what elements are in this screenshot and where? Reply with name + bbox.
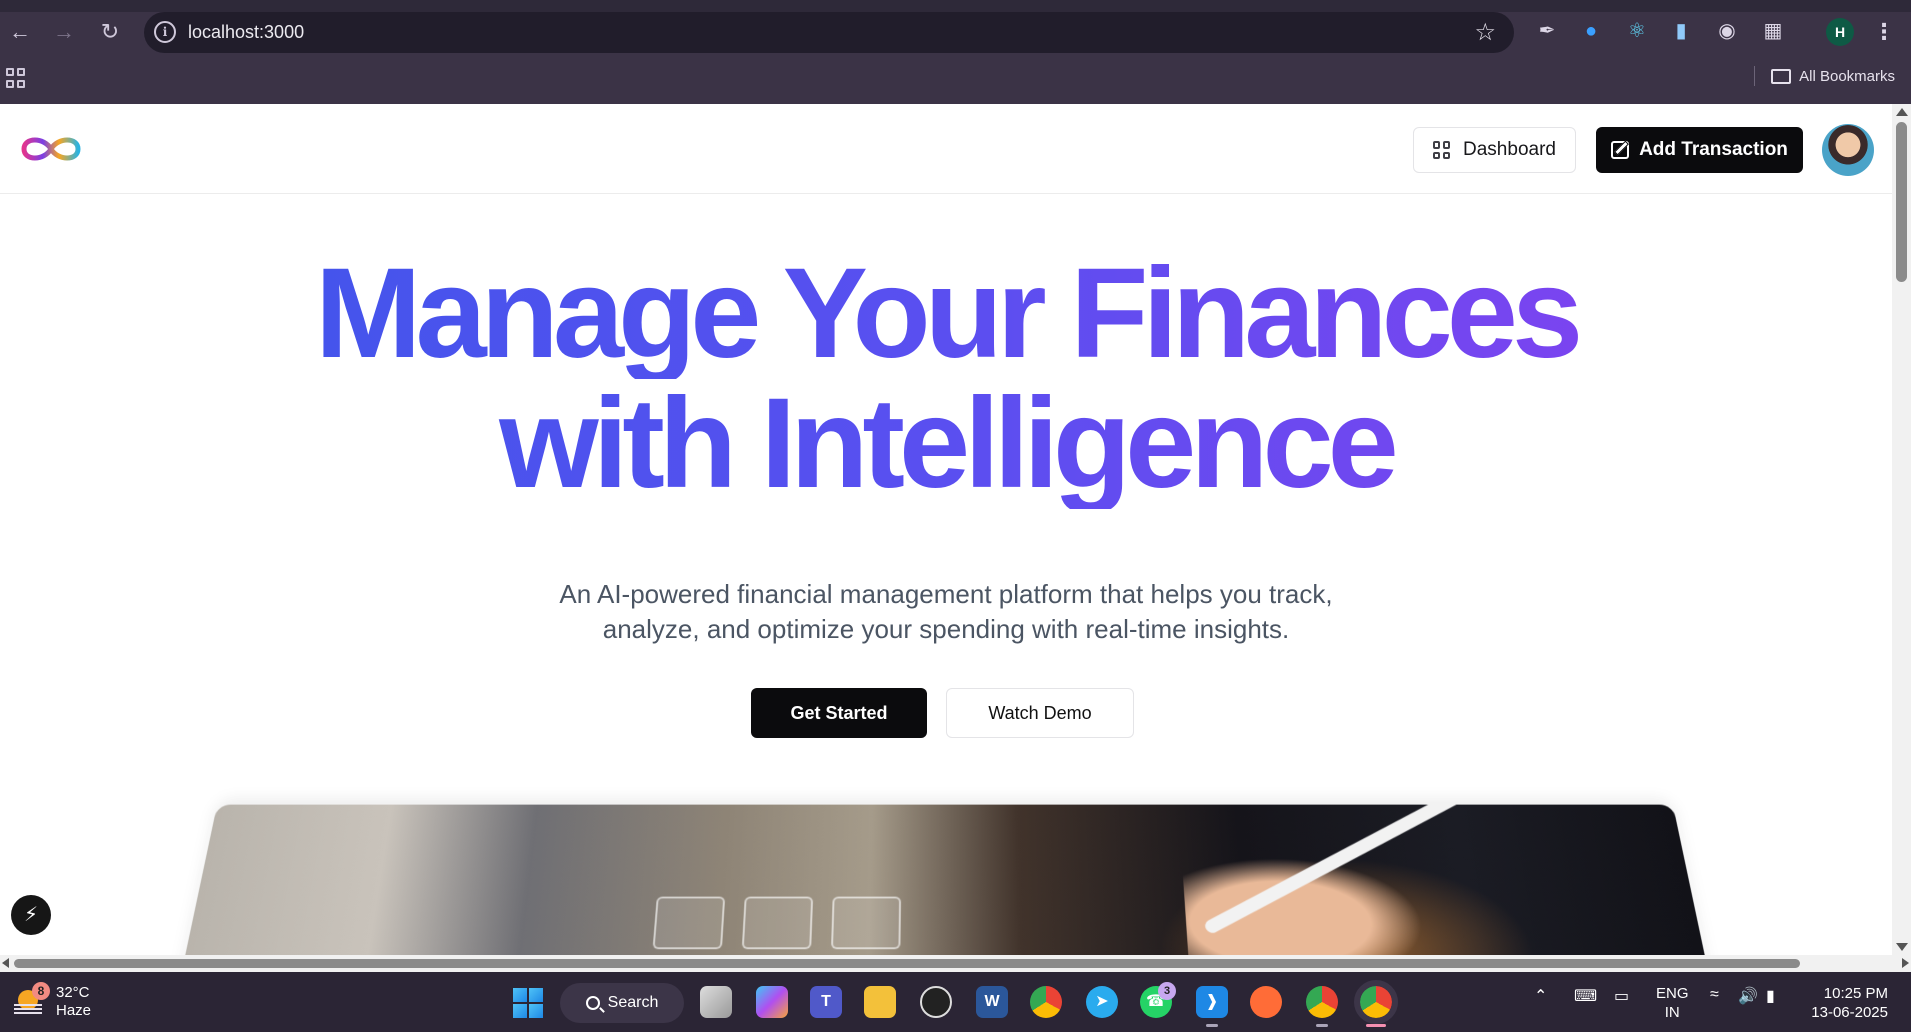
- extension-icon[interactable]: ●: [1574, 14, 1608, 48]
- back-icon[interactable]: ←: [2, 14, 38, 50]
- windows-start-icon[interactable]: [513, 988, 543, 1018]
- obs-studio-icon[interactable]: [920, 986, 952, 1018]
- telegram-icon[interactable]: ➤: [1086, 986, 1118, 1018]
- windows-taskbar: 8 32°C Haze Search T W ➤ ☎ 3 ❱ ⌃ ⌨ ▭ ENG…: [0, 972, 1911, 1032]
- hero-subtitle-line1: An AI-powered financial management platf…: [559, 579, 1333, 609]
- react-devtools-icon[interactable]: ⚛: [1620, 14, 1654, 48]
- weather-temperature: 32°C: [56, 984, 90, 1001]
- edit-icon: [1611, 141, 1630, 159]
- hero-title-line1: Manage Your Finances: [0, 249, 1892, 379]
- vertical-scroll-thumb[interactable]: [1896, 122, 1907, 282]
- vscode-running-indicator: [1206, 1024, 1218, 1027]
- reload-icon[interactable]: ↻: [92, 14, 128, 50]
- hero-image: [180, 804, 1710, 955]
- keyboard-icon[interactable]: ⌨: [1574, 986, 1597, 1006]
- copilot-icon[interactable]: [756, 986, 788, 1018]
- hero-subtitle-line2: analyze, and optimize your spending with…: [602, 614, 1290, 644]
- app-header: Dashboard Add Transaction: [0, 104, 1892, 194]
- extensions-puzzle-icon[interactable]: ▦: [1756, 14, 1790, 48]
- search-icon: [585, 996, 600, 1010]
- site-info-icon[interactable]: i: [154, 21, 176, 43]
- profile-avatar[interactable]: H: [1826, 18, 1854, 46]
- watch-demo-button[interactable]: Watch Demo: [946, 688, 1134, 738]
- browser-menu-icon[interactable]: ⋮: [1872, 14, 1896, 50]
- layout-grid-icon: [1433, 141, 1451, 159]
- bookmark-star-icon[interactable]: ☆: [1474, 18, 1496, 47]
- system-clock[interactable]: 10:25 PM 13-06-2025: [1808, 984, 1888, 1022]
- hero-subtitle: An AI-powered financial management platf…: [446, 577, 1446, 647]
- target-extension-icon[interactable]: ◉: [1710, 14, 1744, 48]
- browser-chrome: ← → ↻ i localhost:3000 ☆ ✒ ● ⚛ ▮ ◉ ▦ H ⋮…: [0, 0, 1911, 104]
- chrome-profile-icon[interactable]: [1306, 986, 1338, 1018]
- chrome-icon[interactable]: [1030, 986, 1062, 1018]
- tab-strip: [0, 0, 1911, 12]
- weather-text: 32°C Haze: [56, 984, 91, 1020]
- divider: [1754, 66, 1756, 86]
- idea-card-icon: [741, 896, 814, 950]
- hero-title-line2: with Intelligence: [0, 379, 1892, 509]
- folder-icon: [1771, 68, 1792, 84]
- wifi-icon[interactable]: ≈: [1710, 986, 1719, 1004]
- whatsapp-badge: 3: [1158, 982, 1176, 1000]
- all-bookmarks[interactable]: All Bookmarks: [1754, 66, 1895, 86]
- word-icon[interactable]: W: [976, 986, 1008, 1018]
- search-label: Search: [607, 994, 659, 1011]
- eyedropper-extension-icon[interactable]: ✒: [1530, 14, 1564, 48]
- home-card-icon: [830, 896, 902, 950]
- address-bar[interactable]: i localhost:3000 ☆: [144, 12, 1514, 53]
- scroll-up-arrow-icon[interactable]: [1896, 108, 1908, 116]
- horizontal-scroll-thumb[interactable]: [14, 959, 1800, 968]
- weather-description: Haze: [56, 1002, 92, 1019]
- region-code: IN: [1664, 1004, 1680, 1021]
- chrome-active-indicator: [1366, 1024, 1386, 1027]
- add-transaction-label: Add Transaction: [1639, 139, 1788, 160]
- vertical-scrollbar[interactable]: [1892, 104, 1911, 955]
- volume-icon[interactable]: 🔊: [1738, 986, 1758, 1006]
- show-hidden-icons-chevron-icon[interactable]: ⌃: [1534, 986, 1547, 1006]
- tablet-icon[interactable]: ▭: [1614, 986, 1629, 1006]
- vscode-icon[interactable]: ❱: [1196, 986, 1228, 1018]
- page-viewport: Dashboard Add Transaction Manage Your Fi…: [0, 104, 1892, 955]
- postman-icon[interactable]: [1250, 986, 1282, 1018]
- file-explorer-icon[interactable]: [864, 986, 896, 1018]
- weather-badge: 8: [32, 982, 50, 1000]
- apps-grid-icon[interactable]: [6, 68, 26, 88]
- hero-title: Manage Your Finances with Intelligence: [0, 249, 1892, 509]
- scroll-right-arrow-icon[interactable]: [1902, 958, 1909, 968]
- dashboard-label: Dashboard: [1463, 139, 1556, 160]
- taskbar-search[interactable]: Search: [560, 983, 684, 1023]
- all-bookmarks-label: All Bookmarks: [1799, 67, 1895, 85]
- scroll-left-arrow-icon[interactable]: [2, 958, 9, 968]
- forward-icon[interactable]: →: [46, 14, 82, 50]
- language-indicator[interactable]: ENG IN: [1656, 984, 1689, 1022]
- battery-icon[interactable]: ▮: [1766, 986, 1775, 1006]
- get-started-button[interactable]: Get Started: [751, 688, 927, 738]
- task-view-icon[interactable]: [700, 986, 732, 1018]
- teams-icon[interactable]: T: [810, 986, 842, 1018]
- clock-time: 10:25 PM: [1823, 985, 1888, 1002]
- cloud-card-icon: [652, 896, 726, 950]
- language-code: ENG: [1656, 985, 1689, 1002]
- chrome-active-icon[interactable]: [1354, 980, 1398, 1024]
- clock-date: 13-06-2025: [1811, 1004, 1888, 1021]
- document-extension-icon[interactable]: ▮: [1664, 14, 1698, 48]
- chrome-running-indicator: [1316, 1024, 1328, 1027]
- scroll-down-arrow-icon[interactable]: [1896, 943, 1908, 951]
- user-avatar[interactable]: [1822, 124, 1874, 176]
- flash-icon[interactable]: ⚡: [11, 895, 51, 935]
- add-transaction-button[interactable]: Add Transaction: [1596, 127, 1803, 173]
- horizontal-scrollbar[interactable]: [0, 955, 1911, 972]
- url-text[interactable]: localhost:3000: [188, 22, 304, 43]
- dashboard-button[interactable]: Dashboard: [1413, 127, 1576, 173]
- infinity-logo-icon[interactable]: [18, 132, 84, 166]
